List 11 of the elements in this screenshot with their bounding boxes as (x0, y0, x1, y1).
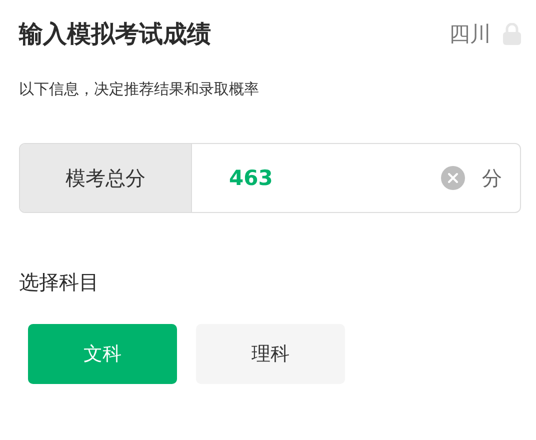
score-value: 463 (229, 166, 274, 190)
unit-label: 分 (482, 164, 502, 192)
region-label: 四川 (449, 21, 491, 48)
subject-button[interactable]: 理科 (196, 324, 345, 384)
clear-icon[interactable] (441, 166, 465, 190)
section-title: 选择科目 (19, 269, 100, 296)
lock-icon (503, 23, 521, 45)
subtitle-text: 以下信息，决定推荐结果和录取概率 (19, 80, 260, 99)
score-field[interactable]: 模考总分 463 分 (19, 143, 521, 213)
page-title: 输入模拟考试成绩 (19, 19, 211, 50)
score-label: 模考总分 (20, 144, 192, 212)
